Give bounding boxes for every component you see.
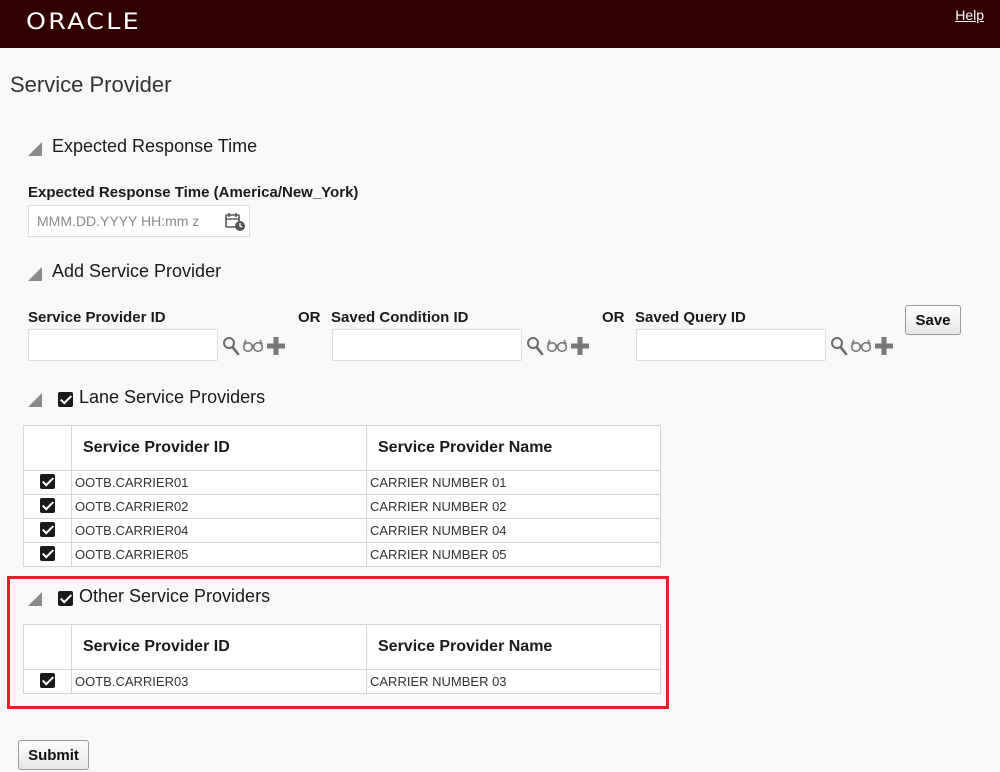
saved-condition-id-input[interactable]	[332, 329, 522, 361]
provider-id-cell: OOTB.CARRIER04	[71, 518, 367, 543]
section-title: Expected Response Time	[52, 136, 258, 156]
or-label: OR	[298, 309, 321, 326]
column-header-provider-id[interactable]: Service Provider ID	[71, 624, 367, 670]
add-icon[interactable]	[874, 336, 894, 356]
glasses-icon[interactable]	[850, 339, 872, 353]
expected-response-time-label: Expected Response Time (America/New_York…	[28, 184, 359, 201]
table-header-row: Service Provider ID Service Provider Nam…	[23, 425, 661, 471]
expected-response-time-field[interactable]	[28, 205, 250, 237]
provider-name-cell: CARRIER NUMBER 03	[366, 669, 661, 694]
row-checkbox[interactable]	[40, 521, 55, 537]
search-icon[interactable]	[526, 336, 544, 356]
section-add-service-provider[interactable]: Add Service Provider	[28, 261, 221, 282]
saved-query-id-actions	[830, 336, 894, 356]
provider-id-cell: OOTB.CARRIER05	[71, 542, 367, 567]
table-row[interactable]: OOTB.CARRIER01 CARRIER NUMBER 01	[23, 470, 661, 495]
collapse-triangle-icon[interactable]	[28, 591, 42, 606]
saved-condition-id-label: Saved Condition ID	[331, 309, 469, 326]
save-button[interactable]: Save	[905, 305, 961, 335]
service-provider-id-actions	[222, 336, 286, 356]
section-title: Other Service Providers	[79, 586, 271, 606]
provider-name-cell: CARRIER NUMBER 04	[366, 518, 661, 543]
glasses-icon[interactable]	[546, 339, 568, 353]
column-header-provider-id[interactable]: Service Provider ID	[71, 425, 367, 471]
collapse-triangle-icon[interactable]	[28, 141, 42, 156]
collapse-triangle-icon[interactable]	[28, 266, 42, 281]
provider-name-cell: CARRIER NUMBER 02	[366, 494, 661, 519]
search-icon[interactable]	[830, 336, 848, 356]
section-title: Add Service Provider	[52, 261, 222, 281]
provider-id-cell: OOTB.CARRIER01	[71, 470, 367, 495]
row-checkbox-cell[interactable]	[23, 470, 72, 495]
select-column-header	[23, 425, 72, 471]
collapse-triangle-icon[interactable]	[28, 392, 42, 407]
service-provider-id-input[interactable]	[28, 329, 218, 361]
submit-button[interactable]: Submit	[18, 740, 89, 770]
search-icon[interactable]	[222, 336, 240, 356]
top-bar: ORACLE Help	[0, 0, 1000, 48]
column-header-provider-name[interactable]: Service Provider Name	[366, 624, 661, 670]
row-checkbox-cell[interactable]	[23, 518, 72, 543]
other-providers-table: Service Provider ID Service Provider Nam…	[23, 624, 661, 694]
table-row[interactable]: OOTB.CARRIER04 CARRIER NUMBER 04	[23, 518, 661, 543]
lane-providers-table: Service Provider ID Service Provider Nam…	[23, 425, 661, 567]
page-title: Service Provider	[10, 72, 172, 97]
glasses-icon[interactable]	[242, 339, 264, 353]
section-expected-response-time[interactable]: Expected Response Time	[28, 136, 257, 157]
oracle-logo: ORACLE	[26, 10, 141, 35]
lane-providers-checkbox[interactable]	[58, 392, 73, 407]
row-checkbox[interactable]	[40, 497, 55, 513]
service-provider-id-label: Service Provider ID	[28, 309, 166, 326]
row-checkbox-cell[interactable]	[23, 669, 72, 694]
add-icon[interactable]	[570, 336, 590, 356]
row-checkbox[interactable]	[40, 672, 55, 688]
table-row[interactable]: OOTB.CARRIER02 CARRIER NUMBER 02	[23, 494, 661, 519]
saved-query-id-input[interactable]	[636, 329, 826, 361]
add-icon[interactable]	[266, 336, 286, 356]
column-header-provider-name[interactable]: Service Provider Name	[366, 425, 661, 471]
table-row[interactable]: OOTB.CARRIER03 CARRIER NUMBER 03	[23, 669, 661, 694]
provider-name-cell: CARRIER NUMBER 01	[366, 470, 661, 495]
select-column-header	[23, 624, 72, 670]
provider-name-cell: CARRIER NUMBER 05	[366, 542, 661, 567]
saved-query-id-label: Saved Query ID	[635, 309, 746, 326]
row-checkbox[interactable]	[40, 473, 55, 489]
row-checkbox-cell[interactable]	[23, 542, 72, 567]
section-lane-service-providers[interactable]: Lane Service Providers	[28, 387, 265, 408]
other-providers-checkbox[interactable]	[58, 591, 73, 606]
saved-condition-id-actions	[526, 336, 590, 356]
row-checkbox[interactable]	[40, 545, 55, 561]
table-row[interactable]: OOTB.CARRIER05 CARRIER NUMBER 05	[23, 542, 661, 567]
section-title: Lane Service Providers	[79, 387, 266, 407]
provider-id-cell: OOTB.CARRIER02	[71, 494, 367, 519]
expected-response-time-input[interactable]	[35, 212, 217, 230]
provider-id-cell: OOTB.CARRIER03	[71, 669, 367, 694]
calendar-clock-icon[interactable]	[225, 212, 247, 237]
row-checkbox-cell[interactable]	[23, 494, 72, 519]
section-other-service-providers[interactable]: Other Service Providers	[28, 586, 270, 607]
table-header-row: Service Provider ID Service Provider Nam…	[23, 624, 661, 670]
help-link[interactable]: Help	[955, 7, 984, 23]
or-label: OR	[602, 309, 625, 326]
